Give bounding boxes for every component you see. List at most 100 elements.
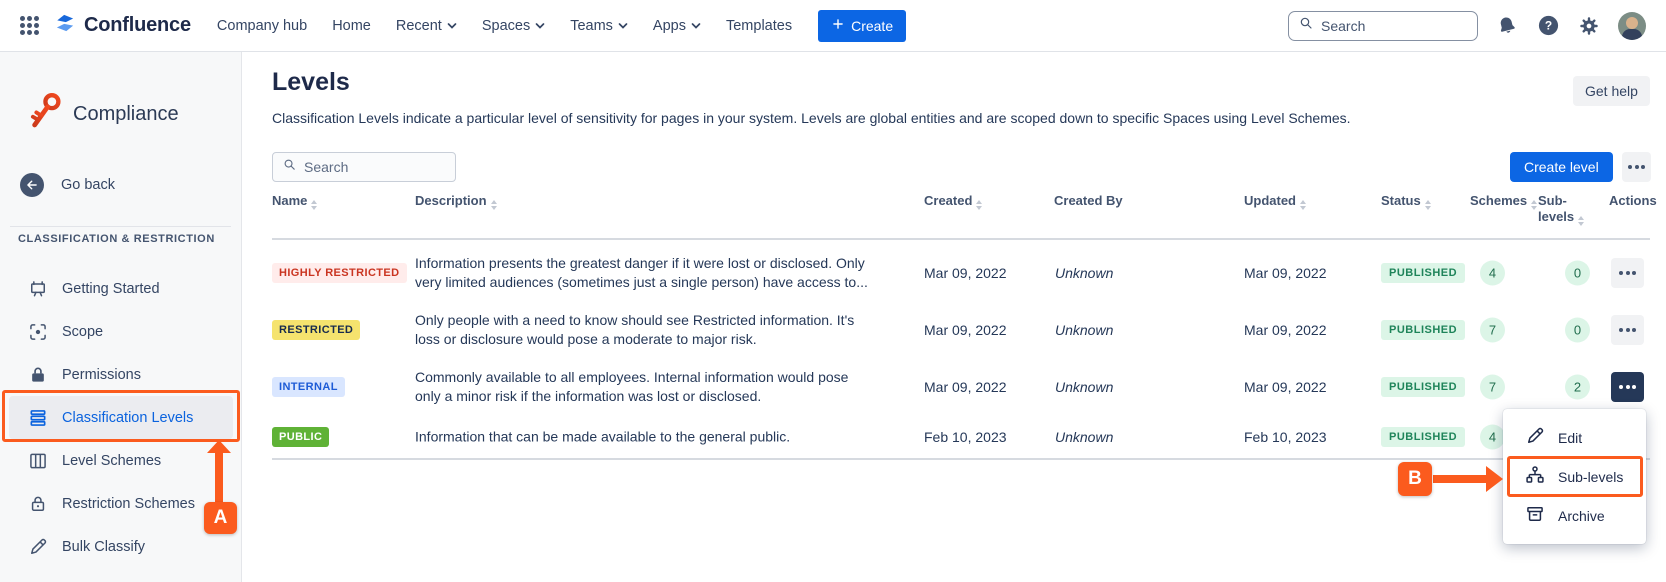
create-button[interactable]: Create (818, 10, 906, 42)
more-actions-button[interactable] (1622, 152, 1651, 182)
level-description: Commonly available to all employees. Int… (415, 368, 873, 406)
menu-item-edit[interactable]: Edit (1503, 418, 1646, 457)
column-header-name[interactable]: Name (272, 193, 317, 210)
column-header-sub-levels[interactable]: Sub-levels (1538, 193, 1586, 226)
topbar-nav-templates[interactable]: Templates (726, 18, 792, 34)
sort-icon (311, 200, 317, 210)
topbar-nav-teams[interactable]: Teams (570, 18, 628, 34)
column-header-schemes[interactable]: Schemes (1470, 193, 1537, 210)
plus-icon (831, 17, 845, 34)
status-badge: PUBLISHED (1381, 427, 1465, 447)
row-actions-button[interactable] (1611, 258, 1644, 288)
search-input[interactable] (1321, 18, 1468, 34)
padlock-icon (27, 493, 49, 515)
notifications-bell-icon[interactable] (1495, 14, 1519, 38)
settings-gear-icon[interactable] (1577, 14, 1601, 38)
annotation-b-arrow (1433, 475, 1488, 483)
sort-icon (976, 200, 982, 210)
topbar-right: ? (1288, 11, 1646, 41)
created-by: Unknown (1055, 429, 1113, 445)
column-label: Name (272, 193, 307, 208)
help-icon[interactable]: ? (1536, 14, 1560, 38)
topbar: Confluence Company hub Home Recent Spaces Te… (0, 0, 1666, 52)
confluence-logo[interactable]: Confluence (53, 11, 191, 40)
sidebar-item-getting-started[interactable]: Getting Started (0, 267, 242, 310)
level-name-badge: RESTRICTED (272, 320, 360, 340)
compliance-app-logo: Compliance (26, 90, 179, 139)
status-badge: PUBLISHED (1381, 320, 1465, 340)
column-header-created-by: Created By (1054, 193, 1123, 208)
chevron-down-icon (447, 18, 457, 34)
updated-date: Mar 09, 2022 (1244, 322, 1327, 338)
menu-item-label: Archive (1558, 508, 1605, 524)
topbar-nav-apps[interactable]: Apps (653, 18, 701, 34)
annotation-a-badge: A (204, 502, 237, 534)
column-header-description[interactable]: Description (415, 193, 497, 210)
column-header-status[interactable]: Status (1381, 193, 1431, 210)
sidebar-item-label: Bulk Classify (62, 539, 145, 555)
columns-icon (27, 450, 49, 472)
topbar-nav: Company hub Home Recent Spaces Teams Apps Temp… (217, 18, 792, 34)
nav-label: Templates (726, 18, 792, 34)
sidebar-item-label: Level Schemes (62, 453, 161, 469)
topbar-nav-home[interactable]: Home (332, 18, 371, 34)
created-date: Mar 09, 2022 (924, 322, 1007, 338)
sidebar-item-label: Permissions (62, 367, 141, 383)
chevron-down-icon (618, 18, 628, 34)
row-actions-button[interactable] (1611, 372, 1644, 402)
sort-icon (1578, 216, 1584, 226)
search-icon (1298, 15, 1314, 36)
key-icon (26, 90, 64, 139)
sidebar-item-label: Restriction Schemes (62, 496, 195, 512)
column-label: Schemes (1470, 193, 1527, 208)
archive-icon (1525, 504, 1545, 527)
sort-icon (1425, 200, 1431, 210)
level-description: Information that can be made available t… (415, 428, 873, 447)
lock-icon (27, 364, 49, 386)
column-header-created[interactable]: Created (924, 193, 982, 210)
column-label: Created (924, 193, 972, 208)
topbar-nav-recent[interactable]: Recent (396, 18, 457, 34)
nav-label: Home (332, 18, 371, 34)
row-actions-button[interactable] (1611, 315, 1644, 345)
schemes-count: 4 (1480, 261, 1505, 286)
annotation-a-arrow (215, 452, 223, 505)
topbar-nav-company-hub[interactable]: Company hub (217, 18, 307, 34)
app-switcher-icon[interactable] (20, 16, 39, 35)
status-badge: PUBLISHED (1381, 377, 1465, 397)
created-date: Mar 09, 2022 (924, 379, 1007, 395)
create-level-button[interactable]: Create level (1510, 152, 1613, 182)
schemes-count: 4 (1480, 425, 1505, 450)
arrow-left-icon (20, 173, 44, 197)
nav-label: Apps (653, 18, 686, 34)
sidebar-item-label: Getting Started (62, 281, 160, 297)
column-label: Status (1381, 193, 1421, 208)
app-name: Compliance (73, 103, 179, 126)
sidebar-item-label: Scope (62, 324, 103, 340)
search-icon (282, 157, 297, 177)
status-badge: PUBLISHED (1381, 263, 1465, 283)
sidebar-divider (10, 226, 231, 227)
menu-item-archive[interactable]: Archive (1503, 496, 1646, 535)
topbar-nav-spaces[interactable]: Spaces (482, 18, 545, 34)
go-back-button[interactable]: Go back (20, 173, 115, 197)
page-title: Levels (272, 68, 350, 97)
topbar-search[interactable] (1288, 11, 1478, 41)
updated-date: Mar 09, 2022 (1244, 265, 1327, 281)
product-name: Confluence (84, 14, 191, 37)
sort-icon (1531, 200, 1537, 210)
menu-item-label: Edit (1558, 430, 1582, 446)
get-help-button[interactable]: Get help (1573, 76, 1650, 106)
sidebar-item-scope[interactable]: Scope (0, 310, 242, 353)
column-label: Actions (1609, 193, 1657, 208)
nav-label: Spaces (482, 18, 530, 34)
levels-search-input[interactable] (304, 159, 446, 175)
confluence-logo-mark-icon (53, 11, 77, 40)
sidebar-item-level-schemes[interactable]: Level Schemes (0, 439, 242, 482)
sub-levels-count: 0 (1565, 261, 1590, 286)
user-avatar[interactable] (1618, 12, 1646, 40)
levels-search[interactable] (272, 152, 456, 182)
level-name-badge: HIGHLY RESTRICTED (272, 263, 407, 283)
column-label: Created By (1054, 193, 1123, 208)
column-header-updated[interactable]: Updated (1244, 193, 1306, 210)
